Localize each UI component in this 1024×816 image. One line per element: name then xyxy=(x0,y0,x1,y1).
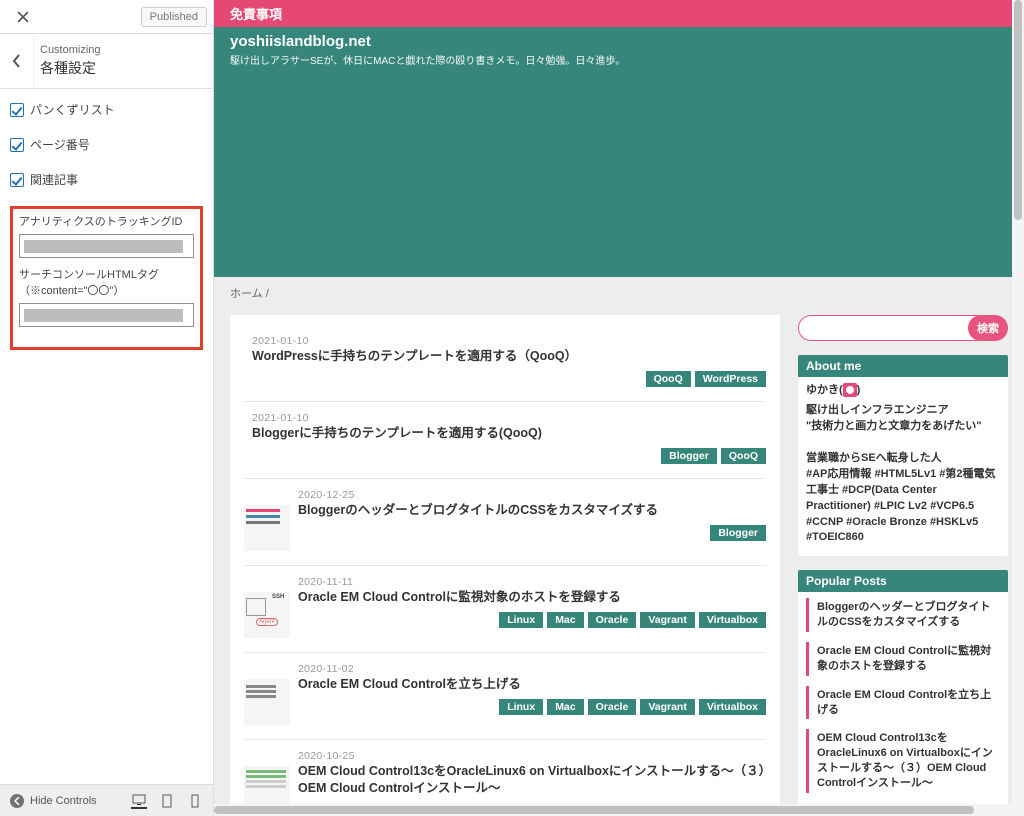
post-item[interactable]: SSH 2020-11-11Oracle EM Cloud Controlに監視対… xyxy=(244,566,766,653)
popular-item[interactable]: Oracle EM Cloud Controlを立ち上げる xyxy=(806,686,1000,720)
sidebar: 検索 About me ゆかき() 駆け出しインフラエンジニア"技術力と画力と文… xyxy=(798,315,1008,816)
collapse-icon xyxy=(10,794,24,808)
post-title[interactable]: Oracle EM Cloud Controlに監視対象のホストを登録する xyxy=(298,589,766,606)
checkbox-breadcrumb[interactable]: パンくずリスト xyxy=(10,101,203,118)
tag[interactable]: Linux xyxy=(499,612,543,628)
popular-item[interactable]: BloggerのヘッダーとブログタイトルのCSSをカスタマイズする xyxy=(806,598,1000,632)
breadcrumb[interactable]: ホーム / xyxy=(214,277,1024,301)
checkbox-page-number[interactable]: ページ番号 xyxy=(10,136,203,153)
hide-controls-button[interactable]: Hide Controls xyxy=(10,794,97,808)
tag[interactable]: Blogger xyxy=(661,448,717,464)
post-date: 2020-11-02 xyxy=(298,663,766,675)
post-thumbnail xyxy=(244,679,290,725)
popular-posts-widget: Popular Posts BloggerのヘッダーとブログタイトルのCSSをカ… xyxy=(798,570,1008,812)
checkbox-label: パンくずリスト xyxy=(30,101,115,118)
device-mobile-icon[interactable] xyxy=(187,793,203,809)
analytics-id-input[interactable] xyxy=(19,234,194,258)
tag-row: LinuxMac OracleVagrantVirtualbox xyxy=(298,612,766,628)
popular-item[interactable]: Oracle EM Cloud Controlに監視対象のホストを登録する xyxy=(806,642,1000,676)
section-title: 各種設定 xyxy=(40,58,203,78)
search-button[interactable]: 検索 xyxy=(968,315,1008,341)
hero-header: yoshiislandblog.net 駆け出しアラサーSEが、休日にMACと戯… xyxy=(214,27,1024,277)
post-title[interactable]: WordPressに手持ちのテンプレートを適用する（QooQ） xyxy=(252,348,766,365)
post-thumbnail: SSH xyxy=(244,592,290,638)
checkbox-icon xyxy=(10,138,24,152)
post-date: 2020-11-11 xyxy=(298,576,766,588)
tag[interactable]: Linux xyxy=(499,699,543,715)
search-form: 検索 xyxy=(798,315,1008,341)
close-button[interactable] xyxy=(6,0,40,34)
site-description: 駆け出しアラサーSEが、休日にMACと戯れた際の殴り書きメモ。日々勉強。日々進歩… xyxy=(230,52,1008,67)
author-avatar-icon xyxy=(843,383,857,397)
vertical-scrollbar[interactable] xyxy=(1012,0,1024,816)
post-item[interactable]: 2021-01-10WordPressに手持ちのテンプレートを適用する（QooQ… xyxy=(244,325,766,402)
customizing-label: Customizing xyxy=(40,44,203,56)
device-tablet-icon[interactable] xyxy=(159,793,175,809)
post-date: 2020-12-25 xyxy=(298,489,766,501)
post-title[interactable]: Bloggerに手持ちのテンプレートを適用する(QooQ) xyxy=(252,425,766,442)
tag[interactable]: WordPress xyxy=(695,371,766,387)
checkbox-icon xyxy=(10,103,24,117)
about-heading: About me xyxy=(798,355,1008,377)
close-icon xyxy=(17,11,29,23)
tag[interactable]: Virtualbox xyxy=(699,699,766,715)
tag[interactable]: Mac xyxy=(547,699,583,715)
post-title[interactable]: OEM Cloud Control13cをOracleLinux6 on Vir… xyxy=(298,763,766,797)
tag-row: BloggerQooQ xyxy=(252,448,766,464)
about-widget: About me ゆかき() 駆け出しインフラエンジニア"技術力と画力と文章力を… xyxy=(798,355,1008,556)
tag[interactable]: QooQ xyxy=(646,371,691,387)
search-console-label: サーチコンソールHTMLタグ（※content="〇〇"） xyxy=(19,268,194,299)
top-nav-bar[interactable]: 免責事項 xyxy=(214,0,1024,27)
tag[interactable]: Vagrant xyxy=(640,699,695,715)
tag[interactable]: Virtualbox xyxy=(699,612,766,628)
tag-row: QooQWordPress xyxy=(252,371,766,387)
tag[interactable]: Vagrant xyxy=(640,612,695,628)
analytics-id-label: アナリティクスのトラッキングID xyxy=(19,215,194,230)
hide-controls-label: Hide Controls xyxy=(30,795,97,807)
post-list: 2021-01-10WordPressに手持ちのテンプレートを適用する（QooQ… xyxy=(230,315,780,816)
search-console-input[interactable] xyxy=(19,303,194,327)
about-text: 駆け出しインフラエンジニア"技術力と画力と文章力をあげたい"営業職からSEへ転身… xyxy=(806,403,1000,546)
checkbox-label: 関連記事 xyxy=(30,171,78,188)
tag[interactable]: Mac xyxy=(547,612,583,628)
post-date: 2020-10-25 xyxy=(298,750,766,762)
post-title[interactable]: BloggerのヘッダーとブログタイトルのCSSをカスタマイズする xyxy=(298,502,766,519)
popular-item[interactable]: OEM Cloud Control13cをOracleLinux6 on Vir… xyxy=(806,729,1000,792)
author-name: ゆかき() xyxy=(806,383,1000,399)
publish-status-button[interactable]: Published xyxy=(141,7,207,27)
tag[interactable]: Oracle xyxy=(588,699,637,715)
tag[interactable]: Blogger xyxy=(710,525,766,541)
back-button[interactable] xyxy=(0,34,34,88)
tag-row: LinuxMac OracleVagrantVirtualbox xyxy=(298,699,766,715)
preview-frame: 免責事項 yoshiislandblog.net 駆け出しアラサーSEが、休日に… xyxy=(214,0,1024,816)
search-input[interactable] xyxy=(798,315,978,341)
tag-row: Blogger xyxy=(298,525,766,541)
post-item[interactable]: 2021-01-10Bloggerに手持ちのテンプレートを適用する(QooQ) B… xyxy=(244,402,766,479)
post-thumbnail xyxy=(244,505,290,551)
tag[interactable]: QooQ xyxy=(721,448,766,464)
device-desktop-icon[interactable] xyxy=(131,793,147,809)
horizontal-scrollbar[interactable] xyxy=(214,804,1012,816)
post-title[interactable]: Oracle EM Cloud Controlを立ち上げる xyxy=(298,676,766,693)
checkbox-label: ページ番号 xyxy=(30,136,90,153)
popular-list: BloggerのヘッダーとブログタイトルのCSSをカスタマイズする Oracle … xyxy=(806,598,1000,792)
checkbox-icon xyxy=(10,173,24,187)
post-item[interactable]: 2020-11-02Oracle EM Cloud Controlを立ち上げる L… xyxy=(244,653,766,740)
post-date: 2021-01-10 xyxy=(252,412,766,424)
popular-heading: Popular Posts xyxy=(798,570,1008,592)
post-item[interactable]: 2020-12-25BloggerのヘッダーとブログタイトルのCSSをカスタマイ… xyxy=(244,479,766,566)
chevron-left-icon xyxy=(12,54,22,68)
tag[interactable]: Oracle xyxy=(588,612,637,628)
post-date: 2021-01-10 xyxy=(252,335,766,347)
site-title[interactable]: yoshiislandblog.net xyxy=(230,33,1008,50)
customizer-panel: Published Customizing 各種設定 パンくずリスト ページ番号… xyxy=(0,0,214,816)
highlighted-settings: アナリティクスのトラッキングID サーチコンソールHTMLタグ（※content… xyxy=(10,206,203,350)
checkbox-related-posts[interactable]: 関連記事 xyxy=(10,171,203,188)
